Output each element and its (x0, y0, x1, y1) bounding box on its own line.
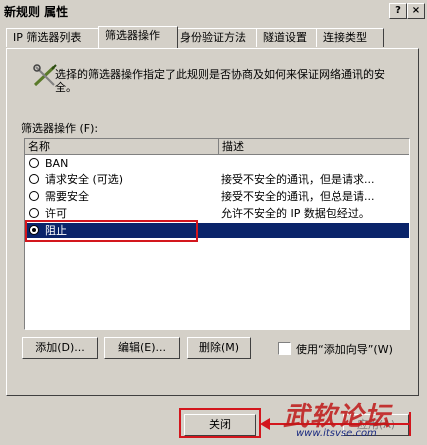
tab-auth-methods[interactable]: 身份验证方法 (173, 28, 263, 47)
item-name: 需要安全 (45, 190, 89, 203)
filter-action-label: 筛选器操作 (F): (21, 122, 99, 135)
item-name: 请求安全 (可选) (45, 173, 124, 186)
help-button[interactable]: ? (389, 3, 407, 19)
close-window-button[interactable]: × (407, 3, 425, 19)
column-header-desc[interactable]: 描述 (219, 139, 409, 155)
add-button[interactable]: 添加(D)... (22, 337, 98, 359)
delete-button[interactable]: 删除(M) (187, 337, 251, 359)
list-item[interactable]: 请求安全 (可选) 接受不安全的通讯，但是请求... (25, 172, 409, 187)
edit-button[interactable]: 编辑(E)... (104, 337, 180, 359)
tab-filter-action[interactable]: 筛选器操作 (98, 26, 178, 48)
tab-tunnel-settings[interactable]: 隧道设置 (256, 28, 322, 47)
window-title: 新规则 属性 (4, 5, 69, 19)
use-wizard-checkbox[interactable] (278, 342, 291, 355)
close-highlight-box (179, 408, 261, 438)
item-desc: 允许不安全的 IP 数据包经过。 (221, 207, 370, 220)
column-header-name[interactable]: 名称 (25, 139, 219, 155)
title-bar: 新规则 属性 ? × (0, 0, 427, 20)
tab-ip-filter-list[interactable]: IP 筛选器列表 (6, 28, 104, 47)
list-item[interactable]: 需要安全 接受不安全的通讯，但总是请... (25, 189, 409, 204)
item-name: 许可 (45, 207, 67, 220)
item-desc: 接受不安全的通讯，但是请求... (221, 173, 375, 186)
highlight-box (25, 220, 198, 242)
list-item[interactable]: 许可 允许不安全的 IP 数据包经过。 (25, 206, 409, 221)
radio-icon[interactable] (29, 208, 39, 218)
description-text: 选择的筛选器操作指定了此规则是否协商及如何来保证网络通讯的安全。 (55, 68, 385, 94)
watermark-url: www.itsvse.com (296, 428, 377, 439)
item-name: BAN (45, 157, 69, 170)
item-desc: 接受不安全的通讯，但总是请... (221, 190, 375, 203)
use-wizard-label: 使用“添加向导”(W) (296, 343, 393, 356)
tab-connection-type[interactable]: 连接类型 (316, 28, 384, 47)
radio-icon[interactable] (29, 191, 39, 201)
radio-icon[interactable] (29, 158, 39, 168)
radio-icon[interactable] (29, 174, 39, 184)
list-item[interactable]: BAN (25, 156, 409, 171)
